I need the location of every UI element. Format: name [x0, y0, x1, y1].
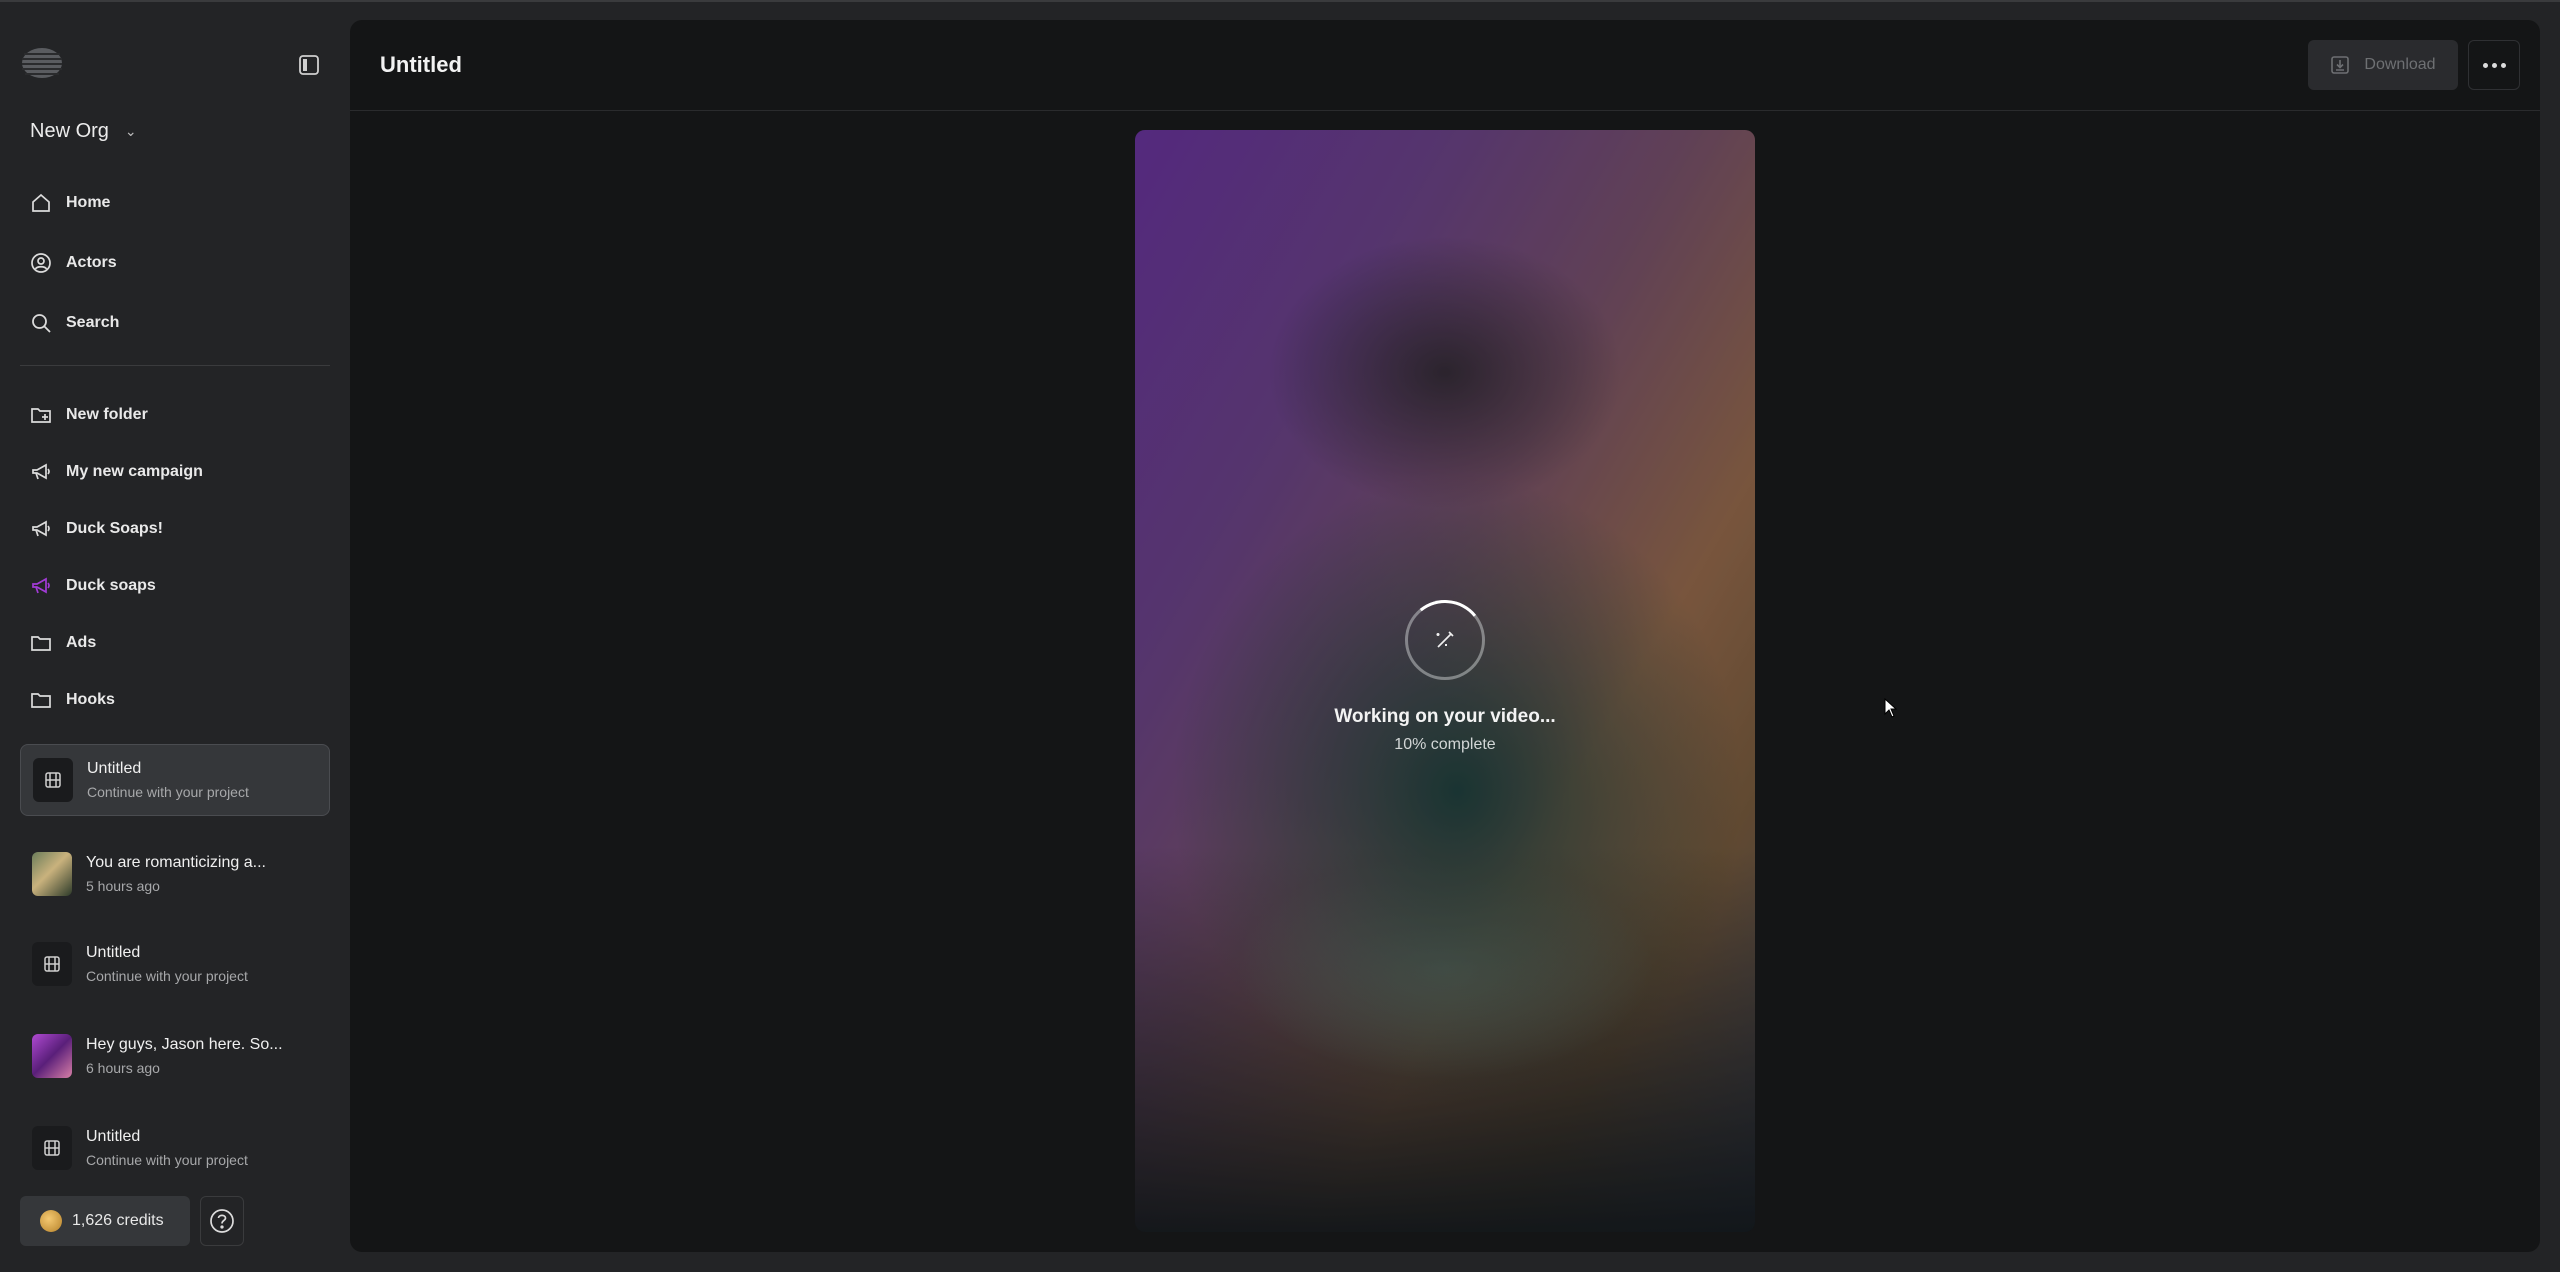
home-icon — [32, 193, 50, 212]
download-label: Download — [2364, 56, 2436, 73]
folder-label: My new campaign — [66, 463, 203, 480]
help-button[interactable] — [200, 1196, 244, 1246]
nav-item-actors[interactable]: Actors — [30, 252, 117, 274]
project-subtitle: Continue with your project — [86, 1152, 248, 1168]
user-circle-icon — [31, 253, 51, 273]
film-icon — [44, 956, 60, 972]
folder-label: Hooks — [66, 691, 115, 708]
credits-label: 1,626 credits — [72, 1212, 164, 1229]
window-top-border — [0, 0, 2560, 2]
film-icon — [44, 1140, 60, 1156]
collapse-sidebar-icon[interactable] — [298, 54, 320, 76]
project-thumbnail — [32, 852, 72, 896]
org-name: New Org — [30, 120, 109, 142]
project-thumbnail — [32, 1126, 72, 1170]
video-preview: Working on your video... 10% complete — [1135, 130, 1755, 1232]
project-title: Untitled — [87, 760, 142, 777]
project-thumbnail — [33, 758, 73, 802]
more-dot — [2491, 62, 2497, 68]
page-title: Untitled — [380, 52, 462, 77]
progress-spinner — [1401, 596, 1489, 684]
download-icon — [2331, 56, 2350, 74]
folder-item-duck-soaps[interactable]: Duck soaps — [30, 575, 156, 597]
folder-item-my-new-campaign[interactable]: My new campaign — [30, 461, 203, 483]
chevron-down-icon: ⌄ — [124, 123, 137, 139]
folder-plus-icon — [31, 408, 51, 423]
megaphone-icon — [32, 463, 50, 480]
project-item[interactable]: Untitled Continue with your project — [20, 928, 330, 1000]
project-item[interactable]: Untitled Continue with your project — [20, 744, 330, 816]
video-status-text: Working on your video... — [1334, 706, 1556, 727]
video-progress-text: 10% complete — [1394, 736, 1496, 753]
project-subtitle: Continue with your project — [87, 784, 249, 800]
download-button[interactable]: Download — [2308, 40, 2458, 90]
project-title: Hey guys, Jason here. So... — [86, 1036, 283, 1053]
film-icon — [45, 772, 61, 788]
main-panel: Untitled Download Working on your video.… — [350, 20, 2540, 1252]
folder-label: Duck soaps — [66, 577, 156, 594]
search-icon — [32, 314, 51, 333]
folder-label: Duck Soaps! — [66, 520, 163, 537]
more-options-button[interactable] — [2468, 40, 2520, 90]
megaphone-icon — [32, 577, 50, 594]
nav-item-home[interactable]: Home — [30, 192, 110, 214]
project-thumbnail — [32, 942, 72, 986]
nav-label: Search — [66, 314, 120, 331]
more-dot — [2500, 62, 2506, 68]
page-header: Untitled Download — [350, 20, 2540, 111]
nav-label: Actors — [66, 254, 117, 271]
folder-icon — [31, 636, 51, 651]
project-title: You are romanticizing a... — [86, 854, 266, 871]
credits-button[interactable]: 1,626 credits — [20, 1196, 190, 1246]
nav-item-search[interactable]: Search — [30, 312, 119, 334]
credits-coin-icon — [40, 1210, 62, 1232]
project-title: Untitled — [86, 944, 141, 961]
project-item[interactable]: You are romanticizing a... 5 hours ago — [20, 838, 330, 910]
folder-icon — [31, 693, 51, 708]
megaphone-icon — [32, 520, 50, 537]
video-blur-overlay — [1135, 130, 1755, 1232]
folder-item-ads[interactable]: Ads — [30, 632, 96, 654]
folder-item-duck-soaps-exclaim[interactable]: Duck Soaps! — [30, 518, 163, 540]
project-item[interactable]: Hey guys, Jason here. So... 6 hours ago — [20, 1020, 330, 1092]
project-item[interactable]: Untitled Continue with your project — [20, 1112, 330, 1184]
help-icon — [210, 1209, 234, 1233]
project-subtitle: 5 hours ago — [86, 878, 160, 894]
project-thumbnail — [32, 1034, 72, 1078]
project-subtitle: Continue with your project — [86, 968, 248, 984]
mouse-cursor-icon — [1884, 698, 1898, 718]
more-dot — [2482, 62, 2488, 68]
folder-label: Ads — [66, 634, 97, 651]
app-logo-icon[interactable] — [18, 44, 66, 82]
nav-label: Home — [66, 194, 111, 211]
folder-item-new-folder[interactable]: New folder — [30, 404, 148, 426]
project-title: Untitled — [86, 1128, 141, 1145]
org-switcher[interactable]: New Org ⌄ — [30, 120, 137, 143]
sidebar-divider — [20, 365, 330, 366]
project-subtitle: 6 hours ago — [86, 1060, 160, 1076]
sidebar: New Org ⌄ Home Actors Search New folder … — [0, 2, 350, 1272]
folder-item-hooks[interactable]: Hooks — [30, 689, 115, 711]
folder-label: New folder — [66, 406, 148, 423]
